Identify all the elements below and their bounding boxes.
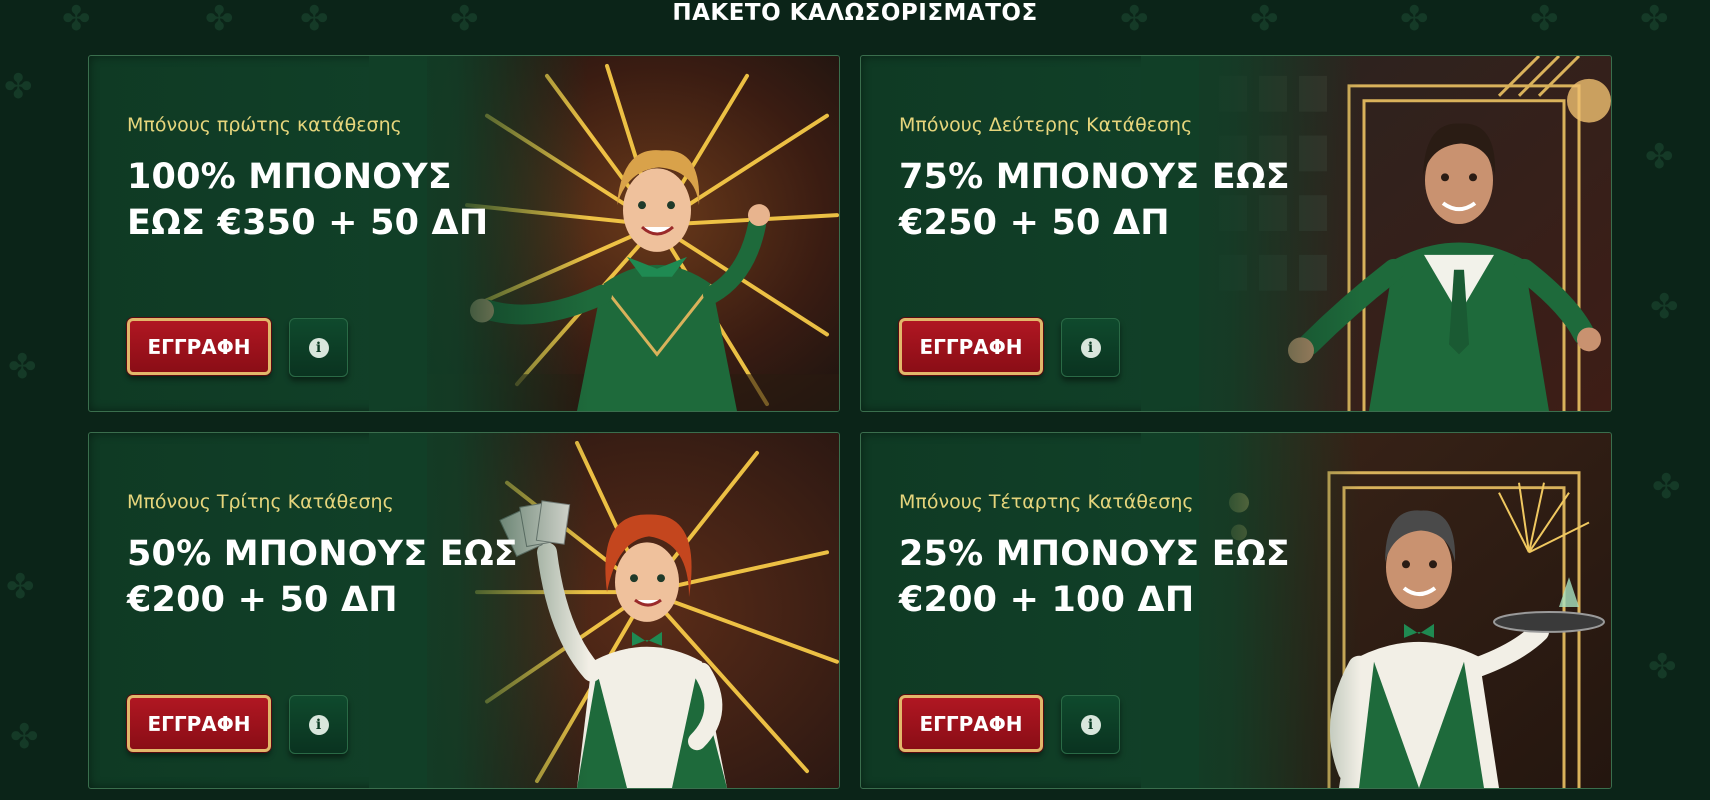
clover-pattern-icon: ✤ [1650,288,1679,326]
signup-button[interactable]: ΕΓΓΡΑΦΗ [899,695,1043,752]
clover-pattern-icon: ✤ [10,718,39,756]
clover-pattern-icon: ✤ [8,348,37,386]
info-button[interactable]: i [289,695,348,754]
info-icon: i [308,337,329,358]
clover-pattern-icon: ✤ [1645,138,1674,176]
signup-button[interactable]: ΕΓΓΡΑΦΗ [899,318,1043,375]
card-subtitle: Μπόνους Τρίτης Κατάθεσης [127,491,394,513]
bonus-card: Μπόνους πρώτης κατάθεσης 100% ΜΠΟΝΟΥΣ ΕΩ… [88,55,840,412]
clover-pattern-icon: ✤ [4,68,33,106]
card-title: 50% ΜΠΟΝΟΥΣ ΕΩΣ €200 + 50 ΔΠ [127,534,518,620]
info-icon: i [1080,714,1101,735]
signup-button[interactable]: ΕΓΓΡΑΦΗ [127,695,271,752]
signup-button[interactable]: ΕΓΓΡΑΦΗ [127,318,271,375]
bonus-card: Μπόνους Τέταρτης Κατάθεσης 25% ΜΠΟΝΟΥΣ Ε… [860,432,1612,789]
card-title: 100% ΜΠΟΝΟΥΣ ΕΩΣ €350 + 50 ΔΠ [127,157,489,243]
clover-pattern-icon: ✤ [1652,468,1681,506]
card-title: 75% ΜΠΟΝΟΥΣ ΕΩΣ €250 + 50 ΔΠ [899,157,1290,243]
info-button[interactable]: i [289,318,348,377]
card-subtitle: Μπόνους πρώτης κατάθεσης [127,114,402,136]
info-button[interactable]: i [1061,318,1120,377]
card-title: 25% ΜΠΟΝΟΥΣ ΕΩΣ €200 + 100 ΔΠ [899,534,1290,620]
info-icon: i [308,714,329,735]
bonus-card: Μπόνους Δεύτερης Κατάθεσης 75% ΜΠΟΝΟΥΣ Ε… [860,55,1612,412]
clover-pattern-icon: ✤ [6,568,35,606]
info-button[interactable]: i [1061,695,1120,754]
bonus-card: Μπόνους Τρίτης Κατάθεσης 50% ΜΠΟΝΟΥΣ ΕΩΣ… [88,432,840,789]
section-title: ΠΑΚΕΤΟ ΚΑΛΩΣΟΡΙΣΜΑΤΟΣ [672,0,1038,26]
info-icon: i [1080,337,1101,358]
clover-pattern-icon: ✤ [1648,648,1677,686]
card-subtitle: Μπόνους Δεύτερης Κατάθεσης [899,114,1193,136]
bonus-grid: Μπόνους πρώτης κατάθεσης 100% ΜΠΟΝΟΥΣ ΕΩ… [88,55,1612,789]
card-subtitle: Μπόνους Τέταρτης Κατάθεσης [899,491,1194,513]
